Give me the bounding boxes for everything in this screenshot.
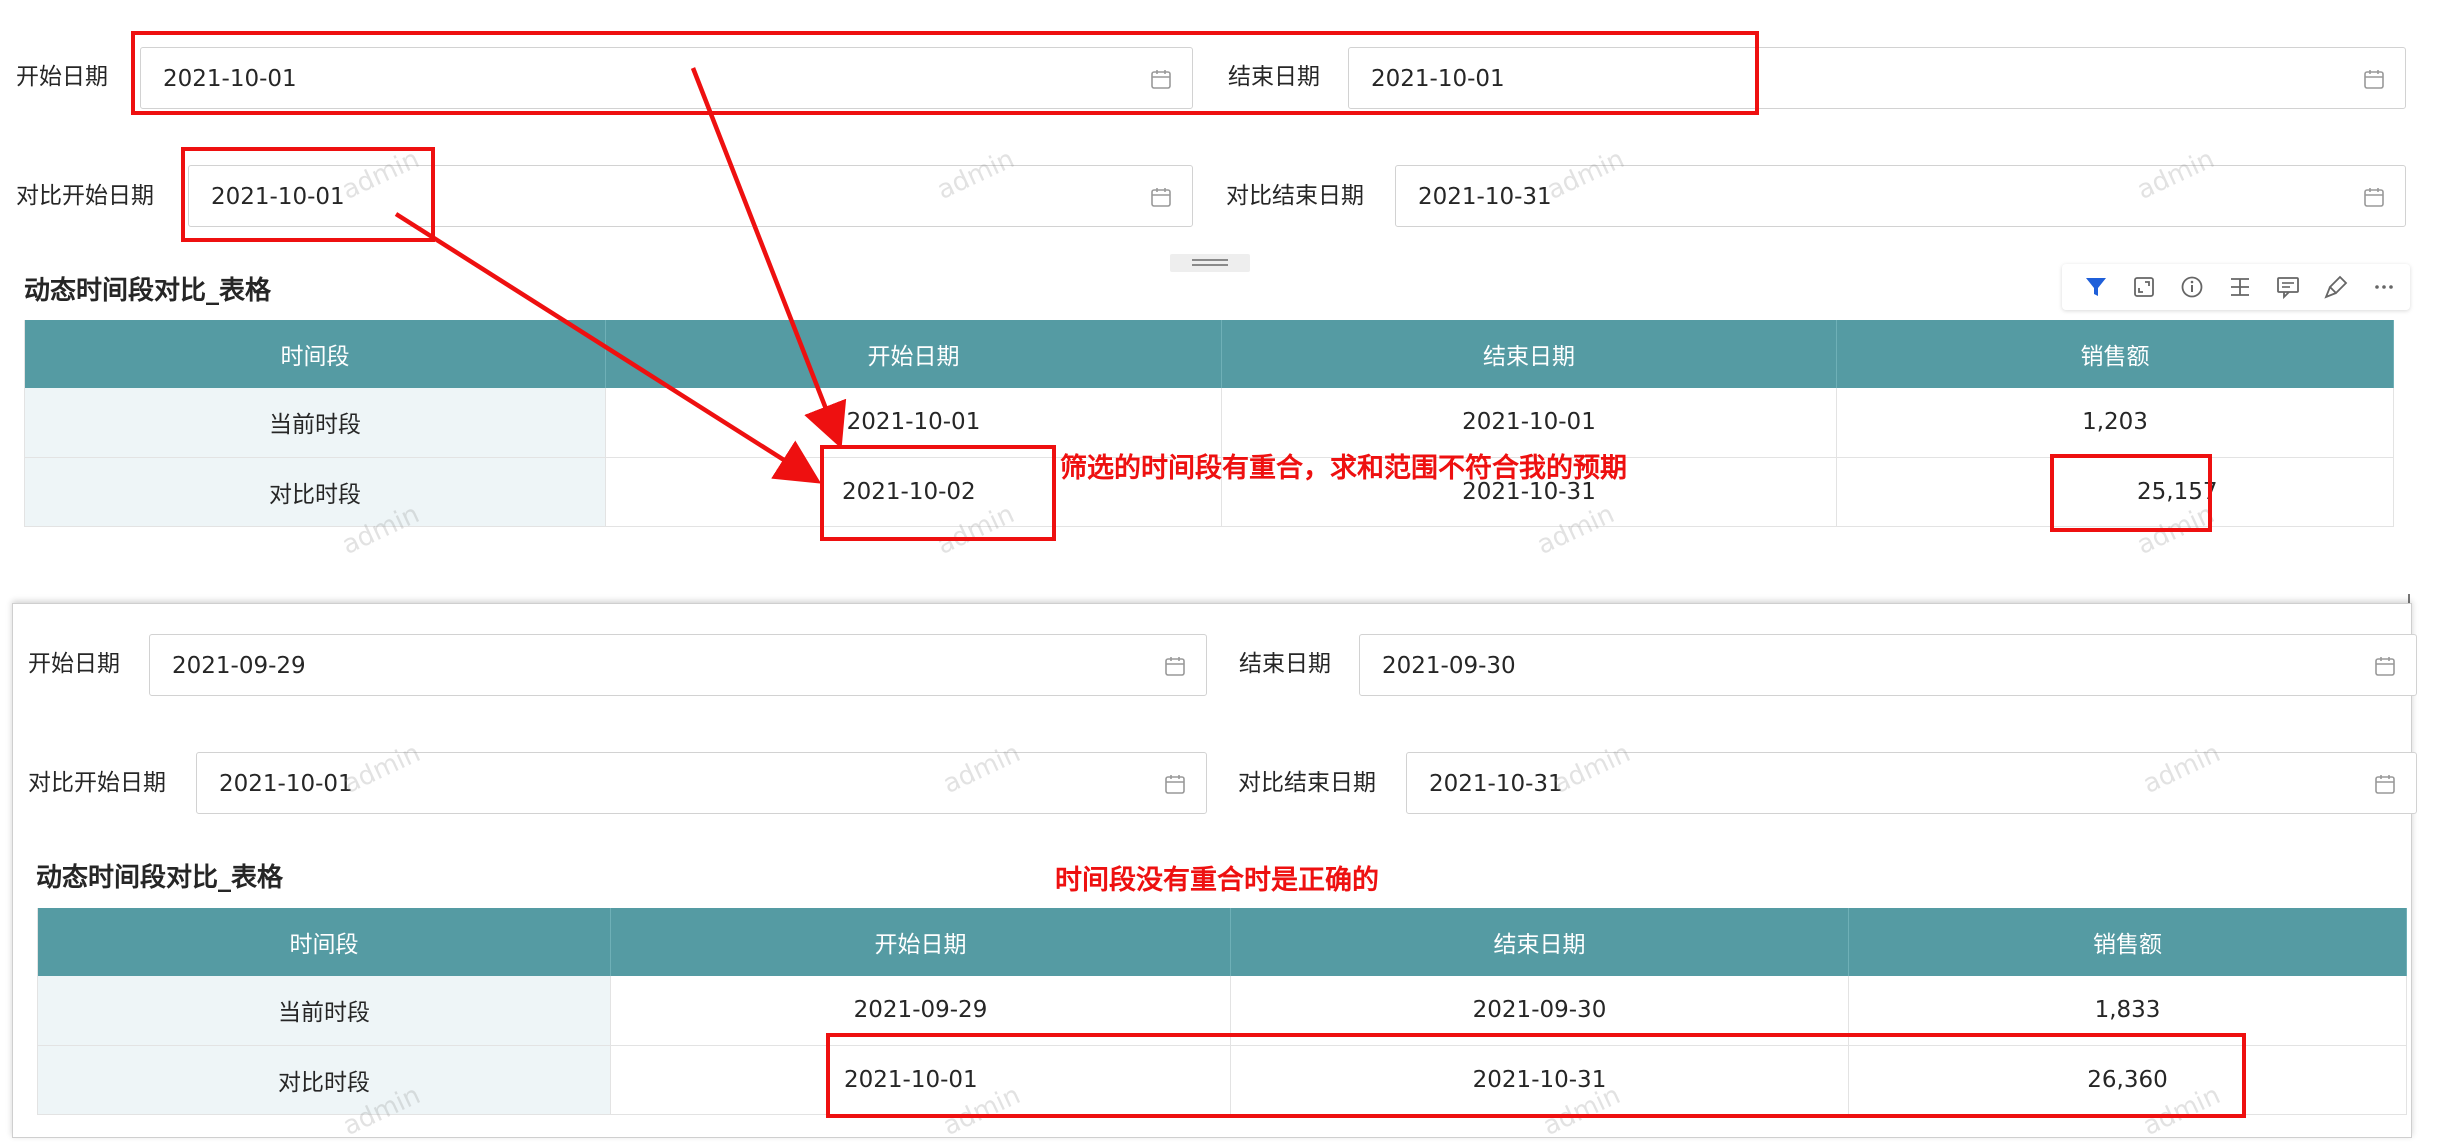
compare-end-date-value: 2021-10-31 xyxy=(1429,771,1563,797)
compare-end-date-input[interactable]: 2021-10-31 xyxy=(1406,752,2417,814)
calendar-icon[interactable] xyxy=(1164,773,1186,795)
compare-start-date-label: 对比开始日期 xyxy=(28,770,166,796)
calendar-icon[interactable] xyxy=(2374,773,2396,795)
compare-start-date-value: 2021-10-01 xyxy=(219,771,353,797)
compare-end-date-label: 对比结束日期 xyxy=(1226,183,1364,209)
annotation-correct-note: 时间段没有重合时是正确的 xyxy=(1055,865,1379,896)
resize-drag-handle[interactable] xyxy=(1170,254,1250,272)
split-icon[interactable] xyxy=(2226,273,2254,301)
table-header-row: 时间段 开始日期 结束日期 销售额 xyxy=(37,908,2407,976)
calendar-icon[interactable] xyxy=(1150,186,1172,208)
start-date-label: 开始日期 xyxy=(28,651,120,677)
column-header[interactable]: 开始日期 xyxy=(610,908,1231,976)
brush-icon[interactable] xyxy=(2322,273,2350,301)
filter-icon[interactable] xyxy=(2082,273,2110,301)
annotation-overlap-note: 筛选的时间段有重合，求和范围不符合我的预期 xyxy=(1060,453,1627,484)
table-cell: 对比时段 xyxy=(37,1045,611,1115)
table-cell: 当前时段 xyxy=(37,976,611,1046)
comparison-table: 时间段 开始日期 结束日期 销售额 当前时段 2021-10-01 2021-1… xyxy=(24,320,2394,527)
column-header[interactable]: 时间段 xyxy=(24,320,606,388)
calendar-icon[interactable] xyxy=(2363,68,2385,90)
column-header[interactable]: 销售额 xyxy=(1836,320,2394,388)
calendar-icon[interactable] xyxy=(2363,186,2385,208)
comment-icon[interactable] xyxy=(2274,273,2302,301)
calendar-icon[interactable] xyxy=(2374,655,2396,677)
compare-start-date-input[interactable]: 2021-10-01 xyxy=(196,752,1207,814)
compare-end-date-input[interactable]: 2021-10-31 xyxy=(1395,165,2406,227)
compare-end-date-value: 2021-10-31 xyxy=(1418,184,1552,210)
more-icon[interactable] xyxy=(2370,273,2398,301)
column-header[interactable]: 结束日期 xyxy=(1230,908,1849,976)
compare-start-date-label: 对比开始日期 xyxy=(16,183,154,209)
table-title: 动态时间段对比_表格 xyxy=(24,276,272,306)
start-date-input[interactable]: 2021-09-29 xyxy=(149,634,1207,696)
annotation-box-sales-cell xyxy=(2050,454,2212,532)
table-header-row: 时间段 开始日期 结束日期 销售额 xyxy=(24,320,2394,388)
compare-end-date-label: 对比结束日期 xyxy=(1238,770,1376,796)
table-cell: 当前时段 xyxy=(24,388,606,458)
info-icon[interactable] xyxy=(2178,273,2206,301)
column-header[interactable]: 销售额 xyxy=(1848,908,2407,976)
start-date-label: 开始日期 xyxy=(16,64,108,90)
end-date-label: 结束日期 xyxy=(1239,651,1331,677)
expand-icon[interactable] xyxy=(2130,273,2158,301)
column-header[interactable]: 开始日期 xyxy=(605,320,1222,388)
column-header[interactable]: 结束日期 xyxy=(1221,320,1837,388)
calendar-icon[interactable] xyxy=(1164,655,1186,677)
chart-toolbar xyxy=(2062,264,2410,310)
annotation-box-compare-start-cell xyxy=(820,445,1056,541)
end-date-input[interactable]: 2021-09-30 xyxy=(1359,634,2417,696)
table-cell: 1,203 xyxy=(1836,388,2394,458)
annotation-box-correct-row xyxy=(826,1033,2246,1118)
annotation-box-date-range xyxy=(131,31,1759,115)
table-cell: 对比时段 xyxy=(24,457,606,527)
start-date-value: 2021-09-29 xyxy=(172,653,306,679)
annotation-box-compare-start xyxy=(181,147,435,242)
screenshot-page: 开始日期 2021-10-01 结束日期 2021-10-01 对比开始日期 2… xyxy=(0,0,2438,1142)
column-header[interactable]: 时间段 xyxy=(37,908,611,976)
end-date-value: 2021-09-30 xyxy=(1382,653,1516,679)
table-title: 动态时间段对比_表格 xyxy=(36,863,284,893)
